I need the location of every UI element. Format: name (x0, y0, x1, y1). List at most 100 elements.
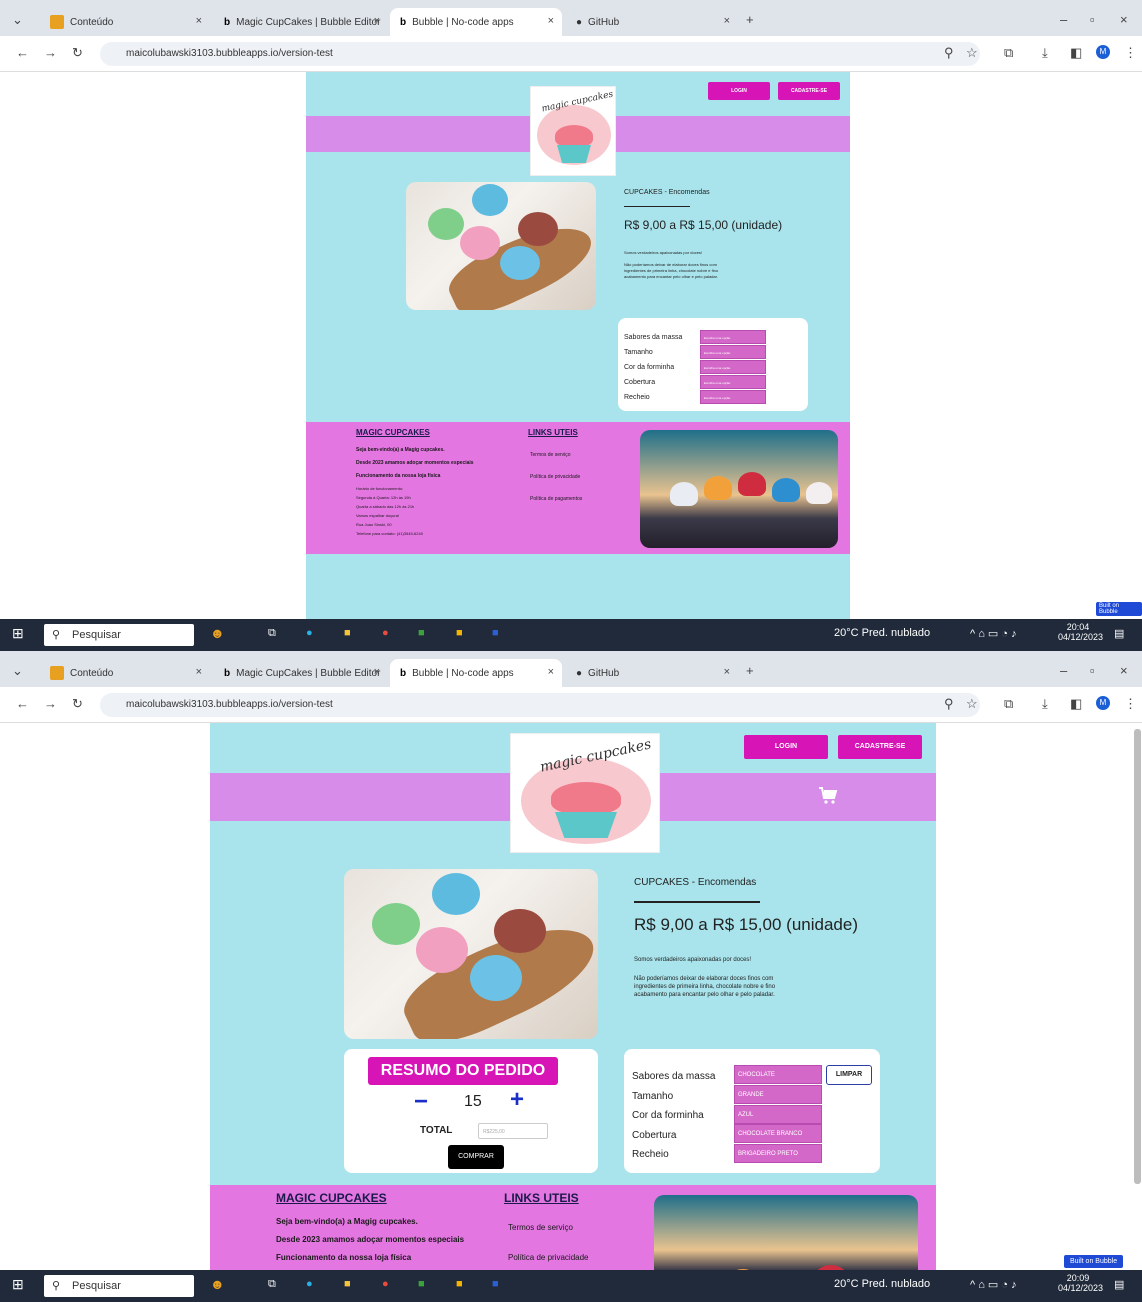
liner-color-dropdown[interactable]: Escolha uma opção (700, 360, 766, 374)
minimize-icon[interactable]: – (1060, 12, 1067, 27)
logo[interactable]: magic cupcakes (530, 86, 616, 176)
link-terms[interactable]: Termos de serviço (508, 1223, 573, 1232)
signup-button[interactable]: CADASTRE-SE (838, 735, 922, 759)
windows-start-icon[interactable]: ⊞ (12, 1276, 24, 1293)
cart-icon[interactable] (818, 785, 838, 805)
menu-icon[interactable]: ⋮ (1124, 696, 1137, 712)
clock[interactable]: 20:09 04/12/2023 (1058, 1273, 1103, 1293)
tab-github[interactable]: ● GitHub × (566, 8, 738, 36)
new-tab-button[interactable]: + (746, 12, 754, 27)
tab-bubble-nocode[interactable]: b Bubble | No-code apps × (390, 8, 562, 36)
flavor-dropdown[interactable]: Escolha uma opção (700, 330, 766, 344)
weather-text[interactable]: 20°C Pred. nublado (834, 627, 930, 639)
bookmark-star-icon[interactable]: ☆ (966, 45, 978, 61)
restore-icon[interactable]: ▫ (1090, 663, 1095, 678)
gingerbread-icon[interactable]: ☻ (210, 1276, 225, 1292)
close-tab-icon[interactable]: × (548, 15, 554, 27)
link-privacy[interactable]: Política de privacidade (508, 1253, 589, 1262)
tab-github[interactable]: ● GitHub × (566, 659, 738, 687)
login-button[interactable]: LOGIN (708, 82, 770, 100)
chrome-icon[interactable]: ● (382, 627, 389, 639)
new-tab-button[interactable]: + (746, 663, 754, 678)
size-dropdown[interactable]: Escolha uma opção (700, 345, 766, 359)
word-icon[interactable]: ■ (492, 1278, 499, 1290)
tray-icons[interactable]: ^ ⌂ ▭ ◔ ♪ (970, 1278, 1017, 1291)
liner-color-dropdown[interactable]: AZUL (734, 1105, 822, 1124)
extensions-icon[interactable]: ⧉ (1004, 45, 1013, 61)
download-icon[interactable]: ⤓ (1042, 45, 1048, 61)
word-icon[interactable]: ■ (492, 627, 499, 639)
file-explorer-icon[interactable]: ■ (344, 1278, 351, 1290)
back-icon[interactable]: ← (16, 45, 29, 60)
link-payments[interactable]: Política de pagamentos (530, 496, 582, 502)
link-terms[interactable]: Termos de serviço (530, 452, 571, 458)
file-explorer-icon[interactable]: ■ (344, 627, 351, 639)
tab-bubble-nocode[interactable]: b Bubble | No-code apps × (390, 659, 562, 687)
sidepanel-icon[interactable]: ◧ (1070, 45, 1082, 61)
tab-bubble-editor[interactable]: b Magic CupCakes | Bubble Editor × (214, 8, 388, 36)
weather-text[interactable]: 20°C Pred. nublado (834, 1278, 930, 1290)
built-on-bubble-badge[interactable]: Built on Bubble (1064, 1255, 1124, 1268)
built-on-bubble-badge[interactable]: Built on Bubble (1096, 602, 1142, 616)
extensions-icon[interactable]: ⧉ (1004, 696, 1013, 712)
gingerbread-icon[interactable]: ☻ (210, 625, 225, 641)
zoom-icon[interactable]: ⚲ (944, 45, 954, 61)
close-tab-icon[interactable]: × (548, 666, 554, 678)
tab-conteudo[interactable]: Conteúdo × (40, 8, 210, 36)
bookmark-star-icon[interactable]: ☆ (966, 696, 978, 712)
signup-button[interactable]: CADASTRE-SE (778, 82, 840, 100)
login-button[interactable]: LOGIN (744, 735, 828, 759)
url-field[interactable]: maicolubawski3103.bubbleapps.io/version-… (100, 42, 980, 66)
back-icon[interactable]: ← (16, 696, 29, 711)
increase-button[interactable]: + (510, 1088, 524, 1112)
tab-conteudo[interactable]: Conteúdo × (40, 659, 210, 687)
close-tab-icon[interactable]: × (196, 666, 202, 678)
sticky-notes-icon[interactable]: ■ (456, 627, 463, 639)
forward-icon[interactable]: → (44, 696, 57, 711)
taskbar-search[interactable]: ⚲ Pesquisar (44, 624, 194, 646)
profile-avatar[interactable]: M (1096, 696, 1110, 710)
edge-icon[interactable]: ● (306, 627, 313, 639)
close-window-icon[interactable]: × (1120, 12, 1128, 27)
close-window-icon[interactable]: × (1120, 663, 1128, 678)
size-dropdown[interactable]: GRANDE (734, 1085, 822, 1104)
app-icon[interactable]: ■ (418, 1278, 425, 1290)
taskbar-search[interactable]: ⚲ Pesquisar (44, 1275, 194, 1297)
close-tab-icon[interactable]: × (724, 15, 730, 27)
close-tab-icon[interactable]: × (374, 15, 380, 27)
clock[interactable]: 20:04 04/12/2023 (1058, 622, 1103, 642)
download-icon[interactable]: ⤓ (1042, 696, 1048, 712)
chrome-icon[interactable]: ● (382, 1278, 389, 1290)
task-view-icon[interactable]: ⧉ (268, 627, 276, 640)
topping-dropdown[interactable]: CHOCOLATE BRANCO (734, 1124, 822, 1143)
menu-icon[interactable]: ⋮ (1124, 45, 1137, 61)
tab-search-icon[interactable]: ⌄ (12, 12, 23, 28)
link-privacy[interactable]: Política de privacidade (530, 474, 580, 480)
sidepanel-icon[interactable]: ◧ (1070, 696, 1082, 712)
logo[interactable]: magic cupcakes (510, 733, 660, 853)
close-tab-icon[interactable]: × (374, 666, 380, 678)
notifications-icon[interactable]: ▤ (1114, 1278, 1124, 1291)
tray-icons[interactable]: ^ ⌂ ▭ ◔ ♪ (970, 627, 1017, 640)
task-view-icon[interactable]: ⧉ (268, 1278, 276, 1291)
url-field[interactable]: maicolubawski3103.bubbleapps.io/version-… (100, 693, 980, 717)
windows-start-icon[interactable]: ⊞ (12, 625, 24, 642)
topping-dropdown[interactable]: Escolha uma opção (700, 375, 766, 389)
total-field[interactable]: R$225,00 (478, 1123, 548, 1139)
flavor-dropdown[interactable]: CHOCOLATE (734, 1065, 822, 1084)
sticky-notes-icon[interactable]: ■ (456, 1278, 463, 1290)
clear-button[interactable]: LIMPAR (826, 1065, 872, 1085)
tab-search-icon[interactable]: ⌄ (12, 663, 23, 679)
notifications-icon[interactable]: ▤ (1114, 627, 1124, 640)
close-tab-icon[interactable]: × (724, 666, 730, 678)
decrease-button[interactable]: − (414, 1090, 428, 1114)
forward-icon[interactable]: → (44, 45, 57, 60)
zoom-icon[interactable]: ⚲ (944, 696, 954, 712)
tab-bubble-editor[interactable]: b Magic CupCakes | Bubble Editor × (214, 659, 388, 687)
filling-dropdown[interactable]: BRIGADEIRO PRETO (734, 1144, 822, 1163)
restore-icon[interactable]: ▫ (1090, 12, 1095, 27)
reload-icon[interactable]: ↻ (72, 696, 83, 712)
buy-button[interactable]: COMPRAR (448, 1145, 504, 1169)
app-icon[interactable]: ■ (418, 627, 425, 639)
reload-icon[interactable]: ↻ (72, 45, 83, 61)
